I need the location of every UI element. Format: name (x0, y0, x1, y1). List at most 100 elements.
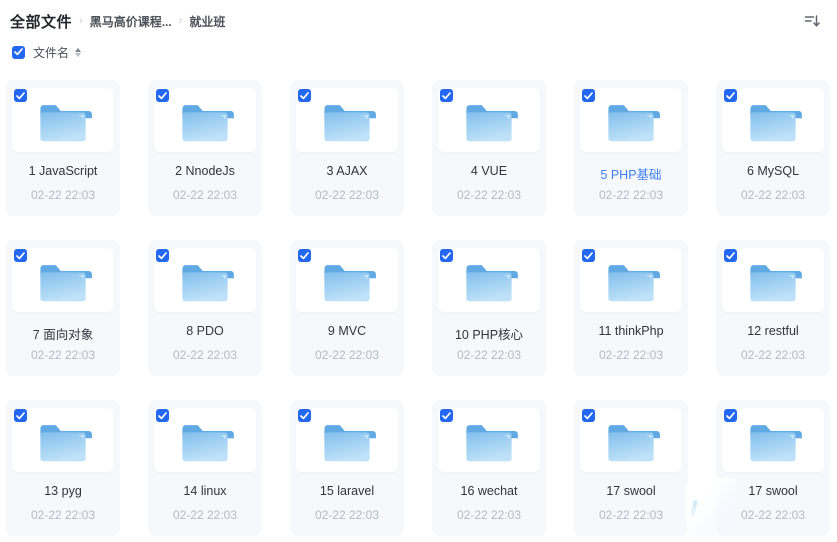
file-date: 02-22 22:03 (740, 508, 806, 522)
file-name[interactable]: 16 wechat (434, 484, 544, 498)
item-checkbox[interactable] (14, 249, 27, 262)
folder-card[interactable]: 2 NnodeJs 02-22 22:03 (148, 80, 262, 216)
sort-caret-updown-icon[interactable] (75, 47, 82, 57)
file-name[interactable]: 11 thinkPhp (576, 324, 686, 338)
check-icon (14, 48, 23, 56)
folder-card[interactable]: 6 MySQL 02-22 22:03 (716, 80, 830, 216)
file-name[interactable]: 13 pyg (8, 484, 118, 498)
file-date: 02-22 22:03 (314, 348, 380, 362)
file-date: 02-22 22:03 (456, 188, 522, 202)
folder-card[interactable]: 17 swool 02-22 22:03 (716, 400, 830, 536)
file-name[interactable]: 12 restful (718, 324, 828, 338)
folder-thumbnail (438, 408, 540, 472)
item-checkbox[interactable] (156, 409, 169, 422)
folder-thumbnail (12, 408, 114, 472)
check-icon (158, 91, 167, 99)
file-date: 02-22 22:03 (456, 508, 522, 522)
item-checkbox[interactable] (298, 409, 311, 422)
breadcrumb-separator-icon: › (178, 14, 183, 27)
file-date: 02-22 22:03 (30, 188, 96, 202)
file-date: 02-22 22:03 (314, 188, 380, 202)
item-checkbox[interactable] (440, 409, 453, 422)
folder-icon (466, 424, 518, 461)
file-name[interactable]: 6 MySQL (718, 164, 828, 178)
item-checkbox[interactable] (298, 89, 311, 102)
item-checkbox[interactable] (724, 89, 737, 102)
folder-card[interactable]: 17 swool 02-22 22:03 (574, 400, 688, 536)
item-checkbox[interactable] (440, 89, 453, 102)
folder-thumbnail (296, 88, 398, 152)
item-checkbox[interactable] (582, 409, 595, 422)
folder-thumbnail (12, 88, 114, 152)
folder-card[interactable]: 15 laravel 02-22 22:03 (290, 400, 404, 536)
check-icon (442, 411, 451, 419)
file-name[interactable]: 7 面向对象 (8, 324, 118, 343)
folder-icon (324, 424, 376, 461)
header-bar: 全部文件 › 黑马高价课程... › 就业班 (10, 10, 823, 32)
file-name[interactable]: 1 JavaScript (8, 164, 118, 178)
item-checkbox[interactable] (298, 249, 311, 262)
check-icon (300, 411, 309, 419)
item-checkbox[interactable] (440, 249, 453, 262)
folder-card[interactable]: 7 面向对象 02-22 22:03 (6, 240, 120, 376)
file-date: 02-22 22:03 (30, 508, 96, 522)
item-checkbox[interactable] (724, 409, 737, 422)
breadcrumb-current-folder[interactable]: 就业班 (189, 13, 225, 30)
sort-descending-icon (804, 15, 820, 27)
folder-thumbnail (154, 248, 256, 312)
file-date: 02-22 22:03 (740, 188, 806, 202)
file-date: 02-22 22:03 (598, 188, 664, 202)
breadcrumb-course-folder[interactable]: 黑马高价课程... (90, 13, 172, 30)
folder-card[interactable]: 10 PHP核心 02-22 22:03 (432, 240, 546, 376)
item-checkbox[interactable] (582, 89, 595, 102)
check-icon (300, 251, 309, 259)
sort-by-filename-toggle[interactable]: 文件名 (33, 44, 69, 61)
check-icon (726, 251, 735, 259)
folder-thumbnail (580, 408, 682, 472)
folder-card[interactable]: 8 PDO 02-22 22:03 (148, 240, 262, 376)
select-all-checkbox[interactable] (12, 45, 25, 59)
check-icon (726, 411, 735, 419)
folder-card[interactable]: 12 restful 02-22 22:03 (716, 240, 830, 376)
file-name[interactable]: 10 PHP核心 (434, 324, 544, 343)
folder-card[interactable]: 13 pyg 02-22 22:03 (6, 400, 120, 536)
folder-thumbnail (722, 248, 824, 312)
file-name[interactable]: 8 PDO (150, 324, 260, 338)
file-name[interactable]: 3 AJAX (292, 164, 402, 178)
folder-card[interactable]: 11 thinkPhp 02-22 22:03 (574, 240, 688, 376)
file-name[interactable]: 15 laravel (292, 484, 402, 498)
folder-card[interactable]: 1 JavaScript 02-22 22:03 (6, 80, 120, 216)
file-date: 02-22 22:03 (598, 508, 664, 522)
file-name[interactable]: 5 PHP基础 (576, 164, 686, 183)
folder-card[interactable]: 9 MVC 02-22 22:03 (290, 240, 404, 376)
folder-icon (40, 104, 92, 141)
file-name[interactable]: 9 MVC (292, 324, 402, 338)
file-name[interactable]: 2 NnodeJs (150, 164, 260, 178)
folder-card[interactable]: 16 wechat 02-22 22:03 (432, 400, 546, 536)
sort-order-button[interactable] (801, 10, 823, 32)
folder-card[interactable]: 4 VUE 02-22 22:03 (432, 80, 546, 216)
file-date: 02-22 22:03 (314, 508, 380, 522)
item-checkbox[interactable] (724, 249, 737, 262)
folder-card[interactable]: 3 AJAX 02-22 22:03 (290, 80, 404, 216)
file-name[interactable]: 14 linux (150, 484, 260, 498)
file-name[interactable]: 17 swool (718, 484, 828, 498)
file-date: 02-22 22:03 (740, 348, 806, 362)
folder-card[interactable]: 14 linux 02-22 22:03 (148, 400, 262, 536)
check-icon (584, 91, 593, 99)
folder-icon (608, 424, 660, 461)
file-date: 02-22 22:03 (172, 188, 238, 202)
file-name[interactable]: 17 swool (576, 484, 686, 498)
folder-card[interactable]: 5 PHP基础 02-22 22:03 (574, 80, 688, 216)
check-icon (300, 91, 309, 99)
item-checkbox[interactable] (156, 89, 169, 102)
folder-thumbnail (296, 408, 398, 472)
item-checkbox[interactable] (582, 249, 595, 262)
file-name[interactable]: 4 VUE (434, 164, 544, 178)
item-checkbox[interactable] (156, 249, 169, 262)
item-checkbox[interactable] (14, 89, 27, 102)
folder-thumbnail (722, 88, 824, 152)
folder-icon (182, 264, 234, 301)
check-icon (442, 251, 451, 259)
item-checkbox[interactable] (14, 409, 27, 422)
